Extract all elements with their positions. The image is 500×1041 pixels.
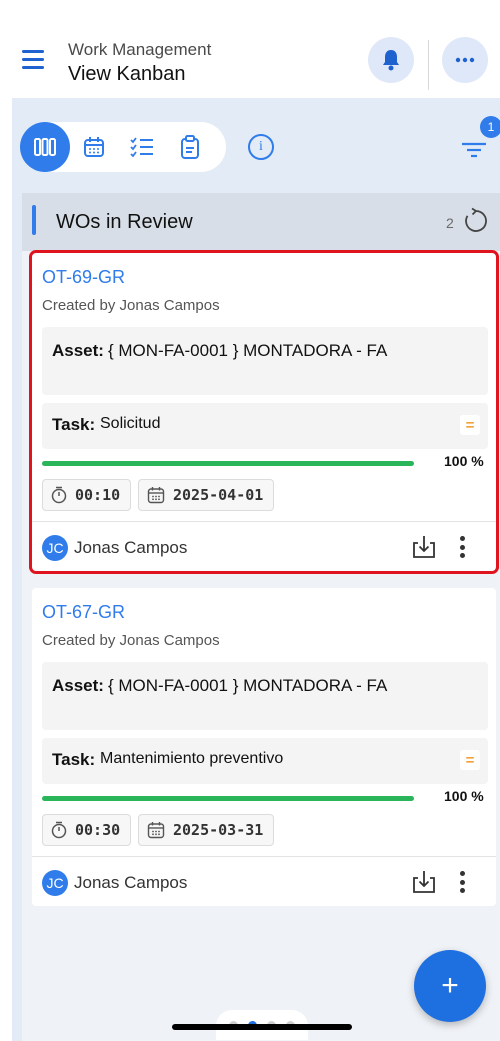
- duration-value: 00:10: [75, 486, 121, 504]
- app-header: Work Management View Kanban: [0, 0, 500, 98]
- work-order-id[interactable]: OT-69-GR: [42, 267, 125, 288]
- filter-count-badge: 1: [480, 116, 500, 138]
- page-title: View Kanban: [68, 63, 186, 85]
- notifications-button[interactable]: [368, 37, 414, 83]
- work-order-card[interactable]: OT-69-GR Created by Jonas Campos Asset: …: [29, 250, 499, 574]
- column-accent-bar: [32, 205, 36, 235]
- priority-medium-icon: =: [460, 750, 480, 770]
- asset-field: Asset: { MON-FA-0001 } MONTADORA - FA: [42, 662, 488, 730]
- kanban-icon: [34, 138, 56, 156]
- bell-icon: [383, 50, 399, 71]
- assignee-name: Jonas Campos: [74, 538, 188, 557]
- date-chip: 2025-04-01: [138, 479, 275, 511]
- home-indicator: [172, 1024, 352, 1030]
- stopwatch-icon: [51, 486, 67, 504]
- progress-bar: [42, 461, 414, 466]
- clipboard-view-button[interactable]: [166, 122, 214, 172]
- column-title: WOs in Review: [56, 211, 193, 233]
- work-order-card[interactable]: OT-67-GR Created by Jonas Campos Asset: …: [32, 588, 496, 906]
- more-horizontal-icon: [455, 57, 475, 63]
- info-glyph: i: [259, 139, 263, 154]
- checklist-icon: [130, 137, 153, 158]
- more-options-button[interactable]: [442, 37, 488, 83]
- calendar-icon: [147, 487, 165, 504]
- progress-bar: [42, 796, 414, 801]
- filter-icon[interactable]: [460, 136, 488, 160]
- column-count: 2: [446, 215, 454, 231]
- duration-chip: 00:10: [42, 479, 132, 511]
- date-value: 2025-04-01: [173, 486, 264, 504]
- progress-fill: [42, 461, 414, 466]
- date-value: 2025-03-31: [173, 821, 264, 839]
- asset-label: Asset:: [52, 676, 104, 695]
- progress-label: 100 %: [444, 453, 484, 469]
- add-work-order-button[interactable]: +: [414, 950, 486, 1022]
- download-icon[interactable]: [410, 533, 438, 561]
- duration-value: 00:30: [75, 821, 121, 839]
- task-field: Task: Solicitud =: [42, 403, 488, 449]
- header-subtitle: Work Management: [68, 40, 212, 59]
- clipboard-icon: [181, 135, 199, 159]
- card-divider: [32, 856, 496, 857]
- assignee-name: Jonas Campos: [74, 873, 188, 892]
- card-divider: [32, 521, 496, 522]
- duration-chip: 00:30: [42, 814, 132, 846]
- asset-label: Asset:: [52, 341, 104, 360]
- more-vertical-icon[interactable]: [454, 869, 470, 895]
- stopwatch-icon: [51, 821, 67, 839]
- progress-label: 100 %: [444, 788, 484, 804]
- more-vertical-icon[interactable]: [454, 534, 470, 560]
- task-value: Mantenimiento preventivo: [100, 750, 284, 767]
- created-by: Created by Jonas Campos: [42, 297, 220, 314]
- calendar-view-button[interactable]: [70, 122, 118, 172]
- kanban-view-button[interactable]: [20, 122, 70, 172]
- asset-value: { MON-FA-0001 } MONTADORA - FA: [108, 341, 388, 360]
- calendar-icon: [147, 822, 165, 839]
- calendar-icon: [84, 137, 104, 157]
- work-order-id[interactable]: OT-67-GR: [42, 602, 125, 623]
- refresh-icon[interactable]: [462, 207, 490, 235]
- kanban-column-review: WOs in Review 2 OT-69-GR Created by Jona…: [22, 193, 500, 1041]
- avatar: JC: [42, 870, 68, 896]
- progress-fill: [42, 796, 414, 801]
- avatar: JC: [42, 535, 68, 561]
- task-label: Task:: [52, 750, 96, 769]
- asset-field: Asset: { MON-FA-0001 } MONTADORA - FA: [42, 327, 488, 395]
- task-field: Task: Mantenimiento preventivo =: [42, 738, 488, 784]
- add-icon: +: [441, 969, 459, 1002]
- task-value: Solicitud: [100, 415, 161, 432]
- download-icon[interactable]: [410, 868, 438, 896]
- info-icon[interactable]: i: [248, 134, 274, 160]
- priority-medium-icon: =: [460, 415, 480, 435]
- view-switcher: [20, 122, 226, 172]
- header-divider: [428, 40, 429, 90]
- menu-icon[interactable]: [22, 50, 48, 72]
- created-by: Created by Jonas Campos: [42, 632, 220, 649]
- asset-value: { MON-FA-0001 } MONTADORA - FA: [108, 676, 388, 695]
- main-content: i 1 WOs in Review 2 OT-69-GR Created by …: [12, 98, 500, 1041]
- date-chip: 2025-03-31: [138, 814, 275, 846]
- task-label: Task:: [52, 415, 96, 434]
- checklist-view-button[interactable]: [118, 122, 166, 172]
- column-header: WOs in Review 2: [22, 193, 500, 251]
